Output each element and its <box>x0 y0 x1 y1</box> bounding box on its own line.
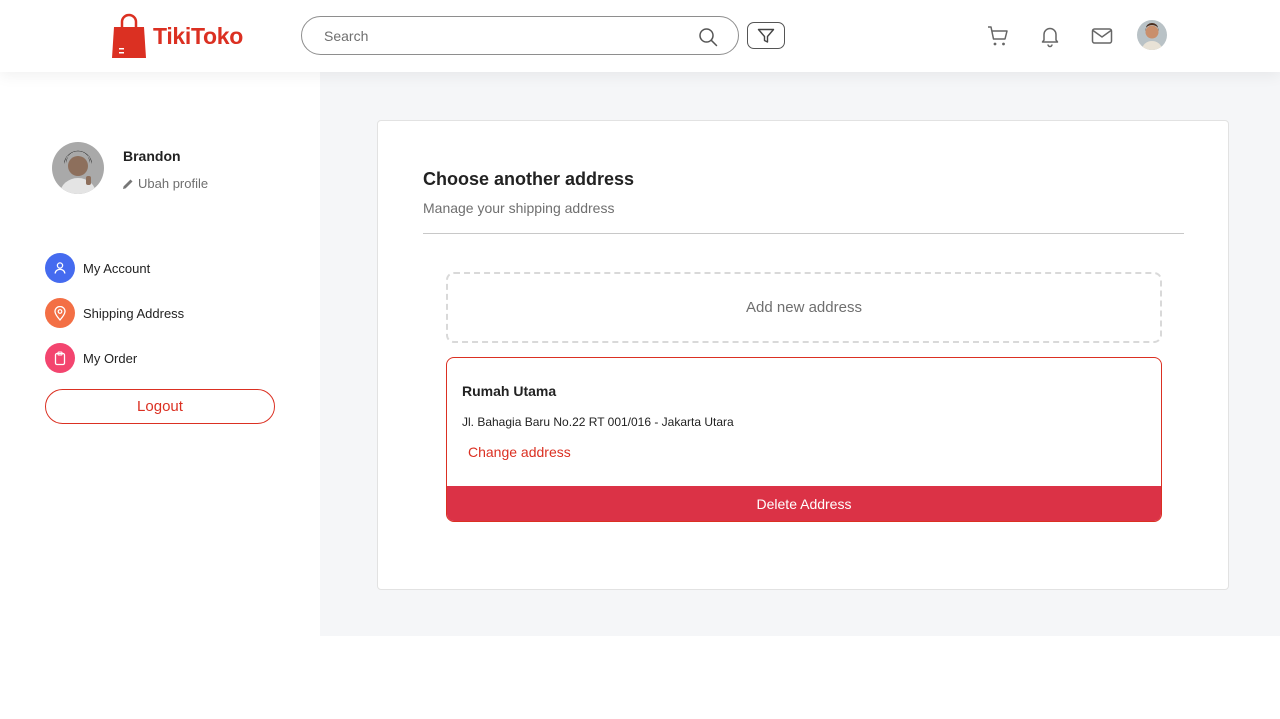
sidebar-item-my-order[interactable]: My Order <box>45 343 137 373</box>
profile-name: Brandon <box>123 148 181 164</box>
shopping-bag-icon <box>112 13 146 58</box>
notification-button[interactable] <box>1037 23 1063 49</box>
filter-icon <box>757 28 775 43</box>
sidebar-item-label: My Account <box>83 260 151 276</box>
address-name: Rumah Utama <box>462 383 557 399</box>
mail-icon <box>1091 28 1113 44</box>
edit-profile-label: Ubah profile <box>138 176 209 191</box>
profile-sidebar: Brandon Ubah profile My Account Shipping… <box>0 72 320 636</box>
search-bar <box>301 16 739 55</box>
sidebar-item-shipping-address[interactable]: Shipping Address <box>45 298 184 328</box>
brand-name: TikiToko <box>153 22 244 49</box>
top-navbar: TikiToko <box>0 0 1280 72</box>
map-pin-icon <box>45 298 75 328</box>
delete-address-button[interactable]: Delete Address <box>447 486 1161 521</box>
page-title: Choose another address <box>423 169 635 189</box>
divider <box>423 233 1184 234</box>
user-icon <box>45 253 75 283</box>
clipboard-icon <box>45 343 75 373</box>
bell-icon <box>1041 27 1059 48</box>
address-panel: Choose another address Manage your shipp… <box>377 120 1229 590</box>
profile-avatar <box>52 142 104 194</box>
add-address-button[interactable]: Add new address <box>446 272 1162 343</box>
search-icon[interactable] <box>698 27 718 47</box>
logout-button[interactable]: Logout <box>45 389 275 424</box>
filter-button[interactable] <box>747 22 785 49</box>
cart-button[interactable] <box>985 23 1011 49</box>
pencil-icon <box>123 179 133 189</box>
avatar-image <box>52 142 104 194</box>
sidebar-item-my-account[interactable]: My Account <box>45 253 150 283</box>
user-avatar[interactable] <box>1137 20 1167 50</box>
cart-icon <box>988 26 1008 46</box>
change-address-link[interactable]: Change address <box>468 444 571 460</box>
brand-logo[interactable]: TikiToko <box>111 12 243 60</box>
address-card[interactable]: Rumah Utama Jl. Bahagia Baru No.22 RT 00… <box>446 357 1162 522</box>
address-line: Jl. Bahagia Baru No.22 RT 001/016 - Jaka… <box>462 415 734 429</box>
edit-profile-link[interactable]: Ubah profile <box>122 176 208 191</box>
avatar-image <box>1137 20 1167 50</box>
sidebar-item-label: My Order <box>83 350 138 366</box>
messages-button[interactable] <box>1089 23 1115 49</box>
page-subtitle: Manage your shipping address <box>423 200 615 216</box>
sidebar-item-label: Shipping Address <box>83 305 185 321</box>
search-input[interactable] <box>324 26 684 46</box>
